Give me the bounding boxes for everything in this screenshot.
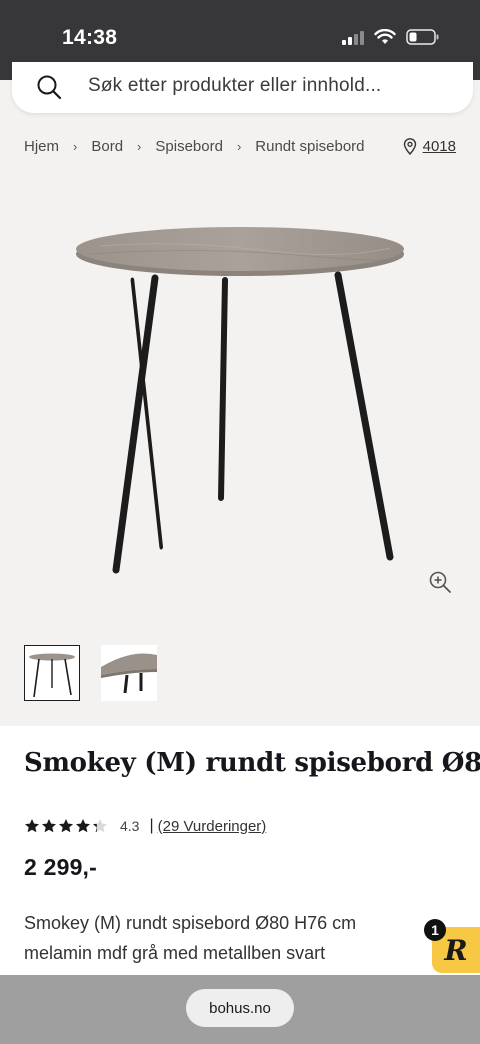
zoom-in-icon[interactable] bbox=[428, 570, 452, 594]
product-description: Smokey (M) rundt spisebord Ø80 H76 cm me… bbox=[24, 913, 357, 963]
reviews-link[interactable]: (29 Vurderinger) bbox=[158, 818, 267, 835]
thumbnail-1[interactable] bbox=[24, 645, 80, 701]
chat-badge: 1 bbox=[424, 919, 446, 941]
search-bar[interactable]: Søk etter produkter eller innhold... bbox=[12, 62, 473, 113]
location-pin-icon bbox=[403, 138, 416, 155]
battery-icon bbox=[406, 29, 439, 45]
chevron-right-icon: › bbox=[137, 139, 142, 154]
product-price: 2 299,- bbox=[24, 854, 98, 880]
search-input[interactable]: Søk etter produkter eller innhold... bbox=[88, 75, 381, 97]
product-title: Smokey (M) rundt spisebord Ø80 bbox=[24, 748, 480, 778]
chevron-right-icon: › bbox=[73, 139, 78, 154]
chevron-right-icon: › bbox=[236, 139, 242, 154]
star-icon bbox=[25, 819, 39, 833]
signal-icon bbox=[342, 29, 364, 45]
breadcrumb-item-home[interactable]: Hjem bbox=[24, 138, 59, 155]
breadcrumb-item-current[interactable]: Rundt spisebord bbox=[255, 138, 364, 155]
thumbnail-image bbox=[101, 653, 157, 694]
star-icon bbox=[59, 819, 73, 833]
product-rating: 4.3 | (29 Vurderinger) bbox=[24, 817, 266, 835]
status-time: 14:38 bbox=[62, 26, 118, 49]
url-bar[interactable]: bohus.no bbox=[186, 989, 294, 1027]
rating-value: 4.3 bbox=[120, 818, 140, 834]
rating-divider: | bbox=[149, 817, 154, 834]
store-code[interactable]: 4018 bbox=[423, 138, 456, 155]
rating-stars bbox=[24, 818, 108, 834]
store-selector[interactable]: 4018 bbox=[403, 138, 456, 155]
star-icon bbox=[42, 819, 56, 833]
breadcrumb-item-spisebord[interactable]: Spisebord bbox=[155, 138, 223, 155]
breadcrumb-item-bord[interactable]: Bord bbox=[91, 138, 123, 155]
star-icon bbox=[93, 819, 107, 833]
chat-logo: R bbox=[444, 933, 468, 967]
thumbnail-2[interactable] bbox=[101, 645, 157, 701]
search-icon[interactable] bbox=[36, 74, 62, 100]
wifi-icon bbox=[374, 29, 396, 44]
star-icon bbox=[76, 819, 90, 833]
status-icons bbox=[342, 29, 440, 45]
product-image[interactable] bbox=[60, 220, 420, 590]
thumbnail-image bbox=[29, 653, 75, 698]
breadcrumb: Hjem › Bord › Spisebord › Rundt spisebor… bbox=[24, 138, 365, 155]
